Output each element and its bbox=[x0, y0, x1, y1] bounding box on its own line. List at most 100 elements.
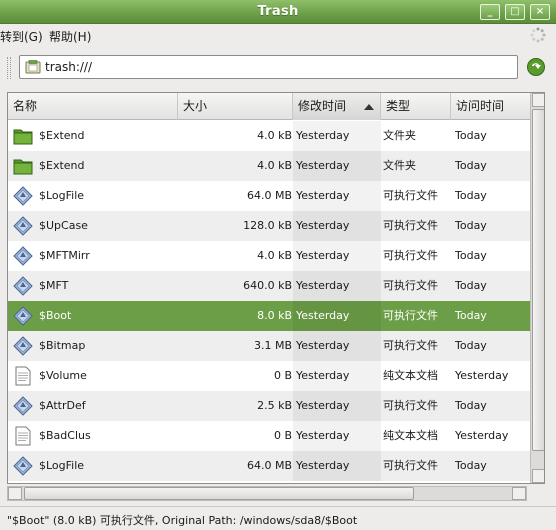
file-row[interactable]: $LogFile 64.0 MB Yesterday 可执行文件 Today bbox=[8, 451, 544, 481]
file-type: 可执行文件 bbox=[383, 309, 438, 322]
executable-icon bbox=[13, 456, 33, 476]
trash-folder-icon bbox=[25, 60, 41, 74]
executable-icon bbox=[13, 336, 33, 356]
executable-icon bbox=[13, 306, 33, 326]
file-name: $LogFile bbox=[39, 189, 85, 202]
column-header-type[interactable]: 类型 bbox=[381, 93, 451, 120]
file-size: 0 B bbox=[273, 369, 292, 382]
file-row[interactable]: $Volume 0 B Yesterday 纯文本文档 Yesterday bbox=[8, 361, 544, 391]
file-row[interactable]: $BadClus 0 B Yesterday 纯文本文档 Yesterday bbox=[8, 421, 544, 451]
go-arrow-icon[interactable] bbox=[526, 57, 546, 77]
file-name: $MFT bbox=[39, 279, 69, 292]
file-size: 2.5 kB bbox=[257, 399, 292, 412]
file-name: $UpCase bbox=[39, 219, 88, 232]
file-type: 文件夹 bbox=[383, 159, 416, 172]
executable-icon bbox=[13, 276, 33, 296]
file-row[interactable]: $AttrDef 2.5 kB Yesterday 可执行文件 Today bbox=[8, 391, 544, 421]
file-rows: $Extend 4.0 kB Yesterday 文件夹 Today $Extend 4.0… bbox=[8, 121, 544, 481]
throbber-icon bbox=[530, 27, 546, 43]
file-modified: Yesterday bbox=[296, 459, 350, 472]
file-row[interactable]: $Boot 8.0 kB Yesterday 可执行文件 Today bbox=[8, 301, 544, 331]
file-size: 64.0 MB bbox=[246, 189, 292, 202]
file-modified: Yesterday bbox=[296, 339, 350, 352]
file-modified: Yesterday bbox=[296, 429, 350, 442]
file-name: $BadClus bbox=[39, 429, 91, 442]
file-modified: Yesterday bbox=[296, 249, 350, 262]
file-accessed: Today bbox=[455, 399, 487, 412]
horizontal-scroll-thumb[interactable] bbox=[24, 487, 414, 500]
file-type: 可执行文件 bbox=[383, 249, 438, 262]
column-header-accessed[interactable]: 访问时间 bbox=[451, 93, 531, 120]
file-row[interactable]: $Bitmap 3.1 MB Yesterday 可执行文件 Today bbox=[8, 331, 544, 361]
file-size: 8.0 kB bbox=[257, 309, 292, 322]
menu-go[interactable]: 跳转到(G) bbox=[0, 28, 43, 45]
location-input[interactable]: trash:/// bbox=[19, 55, 518, 79]
file-row[interactable]: $MFTMirr 4.0 kB Yesterday 可执行文件 Today bbox=[8, 241, 544, 271]
file-size: 640.0 kB bbox=[243, 279, 292, 292]
file-modified: Yesterday bbox=[296, 279, 350, 292]
maximize-button[interactable]: □ bbox=[505, 4, 525, 20]
file-type: 可执行文件 bbox=[383, 189, 438, 202]
file-accessed: Today bbox=[455, 129, 487, 142]
file-name: $Bitmap bbox=[39, 339, 86, 352]
file-size: 0 B bbox=[273, 429, 292, 442]
file-list-view[interactable]: 名称 大小 修改时间 类型 访问时间 $Extend 4.0 kB Yesterda… bbox=[7, 92, 545, 484]
column-header-modified[interactable]: 修改时间 bbox=[293, 93, 381, 120]
file-type: 可执行文件 bbox=[383, 399, 438, 412]
column-header-name[interactable]: 名称 bbox=[8, 93, 178, 120]
scroll-down-arrow[interactable] bbox=[532, 469, 544, 483]
file-accessed: Today bbox=[455, 219, 487, 232]
text-file-icon bbox=[13, 426, 33, 446]
file-accessed: Today bbox=[455, 339, 487, 352]
file-row[interactable]: $MFT 640.0 kB Yesterday 可执行文件 Today bbox=[8, 271, 544, 301]
file-accessed: Today bbox=[455, 309, 487, 322]
file-size: 64.0 MB bbox=[246, 459, 292, 472]
file-accessed: Today bbox=[455, 249, 487, 262]
menu-help[interactable]: 帮助(H) bbox=[49, 28, 91, 45]
location-text: trash:/// bbox=[45, 60, 93, 74]
file-type: 纯文本文档 bbox=[383, 369, 438, 382]
executable-icon bbox=[13, 396, 33, 416]
file-name: $Extend bbox=[39, 129, 85, 142]
file-accessed: Yesterday bbox=[455, 369, 509, 382]
scroll-right-arrow[interactable] bbox=[512, 487, 526, 500]
file-name: $Boot bbox=[39, 309, 72, 322]
file-type: 文件夹 bbox=[383, 129, 416, 142]
vertical-scroll-thumb[interactable] bbox=[532, 109, 544, 451]
file-modified: Yesterday bbox=[296, 159, 350, 172]
file-modified: Yesterday bbox=[296, 189, 350, 202]
file-size: 4.0 kB bbox=[257, 249, 292, 262]
file-accessed: Today bbox=[455, 459, 487, 472]
status-text: "$Boot" (8.0 kB) 可执行文件, Original Path: /… bbox=[7, 514, 358, 527]
vertical-scrollbar[interactable] bbox=[530, 93, 544, 483]
file-modified: Yesterday bbox=[296, 129, 350, 142]
minimize-button[interactable]: _ bbox=[480, 4, 500, 20]
file-row[interactable]: $Extend 4.0 kB Yesterday 文件夹 Today bbox=[8, 151, 544, 181]
file-row[interactable]: $LogFile 64.0 MB Yesterday 可执行文件 Today bbox=[8, 181, 544, 211]
executable-icon bbox=[13, 216, 33, 236]
scroll-left-arrow[interactable] bbox=[8, 487, 22, 500]
file-row[interactable]: $Extend 4.0 kB Yesterday 文件夹 Today bbox=[8, 121, 544, 151]
column-header-row: 名称 大小 修改时间 类型 访问时间 bbox=[8, 93, 544, 120]
text-file-icon bbox=[13, 366, 33, 386]
column-header-modified-label: 修改时间 bbox=[298, 99, 347, 113]
file-type: 可执行文件 bbox=[383, 279, 438, 292]
file-modified: Yesterday bbox=[296, 399, 350, 412]
toolbar-grip[interactable] bbox=[7, 57, 11, 79]
file-row[interactable]: $UpCase 128.0 kB Yesterday 可执行文件 Today bbox=[8, 211, 544, 241]
horizontal-scrollbar[interactable] bbox=[7, 486, 527, 501]
close-button[interactable]: × bbox=[530, 4, 550, 20]
file-size: 3.1 MB bbox=[253, 339, 292, 352]
sort-ascending-icon bbox=[364, 104, 374, 110]
location-bar: trash:/// bbox=[0, 48, 556, 88]
file-modified: Yesterday bbox=[296, 219, 350, 232]
file-type: 可执行文件 bbox=[383, 219, 438, 232]
file-size: 4.0 kB bbox=[257, 159, 292, 172]
column-header-size[interactable]: 大小 bbox=[178, 93, 293, 120]
scroll-up-arrow[interactable] bbox=[532, 93, 544, 107]
file-name: $Extend bbox=[39, 159, 85, 172]
file-name: $AttrDef bbox=[39, 399, 86, 412]
executable-icon bbox=[13, 246, 33, 266]
file-accessed: Today bbox=[455, 279, 487, 292]
file-modified: Yesterday bbox=[296, 369, 350, 382]
